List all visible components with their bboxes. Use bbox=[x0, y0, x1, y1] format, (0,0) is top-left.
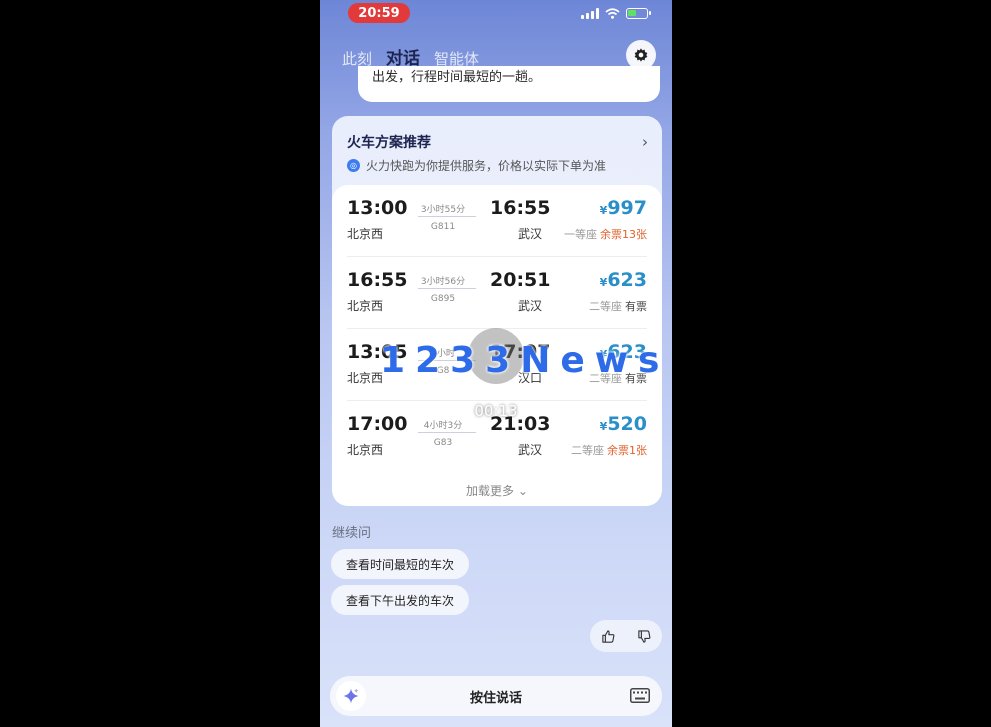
departure-time: 16:55 bbox=[347, 269, 408, 291]
seat-class: 一等座 bbox=[564, 228, 597, 241]
duration-line bbox=[418, 216, 476, 217]
train-number: G811 bbox=[430, 222, 456, 232]
card-title: 火车方案推荐 bbox=[347, 135, 431, 151]
arrival-station: 武汉 bbox=[518, 227, 543, 241]
duration: 3小时56分 bbox=[420, 277, 466, 287]
price-value: 623 bbox=[607, 269, 647, 291]
ticket-availability: 有票 bbox=[625, 300, 647, 313]
train-number: G83 bbox=[433, 438, 453, 448]
arrival-time: 20:51 bbox=[490, 269, 551, 291]
previous-message-bubble: 出发，行程时间最短的一趟。 bbox=[358, 66, 660, 102]
previous-message-text: 出发，行程时间最短的一趟。 bbox=[372, 70, 542, 85]
service-notice-text: 火力快跑为你提供服务，价格以实际下单为准 bbox=[366, 159, 607, 173]
ticket-availability: 余票1张 bbox=[607, 444, 647, 457]
train-row[interactable]: 16:55 北京西 3小时56分 G895 20:51 武汉 ¥623 二等座有… bbox=[332, 257, 662, 329]
seat-class: 二等座 bbox=[571, 444, 604, 457]
load-more-button[interactable]: 加载更多 ⌄ bbox=[332, 482, 662, 499]
train-number: G895 bbox=[430, 294, 456, 304]
departure-station: 北京西 bbox=[347, 443, 384, 457]
status-icons bbox=[581, 8, 651, 19]
chevron-right-icon[interactable]: › bbox=[642, 133, 648, 151]
battery-icon bbox=[626, 8, 651, 19]
arrival-time: 16:55 bbox=[490, 197, 551, 219]
departure-station: 北京西 bbox=[347, 227, 384, 241]
gear-icon bbox=[634, 48, 648, 62]
departure-time: 13:00 bbox=[347, 197, 408, 219]
service-logo-icon: ◎ bbox=[347, 159, 360, 172]
departure-station: 北京西 bbox=[347, 371, 384, 385]
price-value: 520 bbox=[607, 413, 647, 435]
followup-label: 继续问 bbox=[332, 526, 372, 541]
suggestion-chip-shortest[interactable]: 查看时间最短的车次 bbox=[331, 549, 470, 579]
status-time: 20:59 bbox=[348, 3, 410, 23]
arrival-station: 武汉 bbox=[518, 443, 543, 457]
keyboard-icon[interactable] bbox=[630, 688, 650, 703]
departure-station: 北京西 bbox=[347, 299, 384, 313]
hold-to-talk-label[interactable]: 按住说话 bbox=[330, 687, 662, 706]
load-more-label: 加载更多 bbox=[466, 484, 515, 498]
seat-class: 二等座 bbox=[589, 300, 622, 313]
price: ¥623 bbox=[600, 269, 647, 291]
seat-info: 二等座 有票 bbox=[589, 298, 647, 314]
cellular-signal-icon bbox=[581, 8, 599, 19]
price: ¥997 bbox=[600, 197, 647, 219]
train-plan-card: 火车方案推荐 › ◎ 火力快跑为你提供服务，价格以实际下单为准 13:00 北京… bbox=[332, 116, 662, 506]
ticket-availability: 余票13张 bbox=[600, 228, 647, 241]
duration: 3小时55分 bbox=[420, 205, 466, 215]
phone-screen: 20:59 此刻 对话 智能体 出发，行程时间最短的一趟。 火车方案推荐 › ◎… bbox=[320, 0, 672, 727]
feedback-buttons bbox=[590, 620, 662, 652]
voice-input-bar[interactable]: 按住说话 bbox=[330, 676, 662, 716]
departure-time: 17:00 bbox=[347, 413, 408, 435]
chevron-down-icon: ⌄ bbox=[517, 484, 528, 498]
watermark-text: 1233News bbox=[380, 340, 670, 381]
seat-info: 一等座 余票13张 bbox=[564, 226, 647, 242]
video-timer: 00:13 bbox=[474, 402, 518, 420]
suggestion-chip-afternoon[interactable]: 查看下午出发的车次 bbox=[331, 585, 470, 615]
price: ¥520 bbox=[600, 413, 647, 435]
duration-line bbox=[418, 432, 476, 433]
arrival-station: 武汉 bbox=[518, 299, 543, 313]
thumbs-up-icon[interactable] bbox=[601, 629, 616, 644]
service-notice: ◎ 火力快跑为你提供服务，价格以实际下单为准 bbox=[347, 157, 606, 174]
wifi-icon bbox=[605, 8, 620, 19]
train-row[interactable]: 13:00 北京西 3小时55分 G811 16:55 武汉 ¥997 一等座余… bbox=[332, 185, 662, 257]
price-value: 997 bbox=[607, 197, 647, 219]
thumbs-down-icon[interactable] bbox=[637, 629, 652, 644]
duration-line bbox=[418, 288, 476, 289]
duration: 4小时3分 bbox=[423, 421, 463, 431]
seat-info: 二等座 余票1张 bbox=[571, 442, 647, 458]
